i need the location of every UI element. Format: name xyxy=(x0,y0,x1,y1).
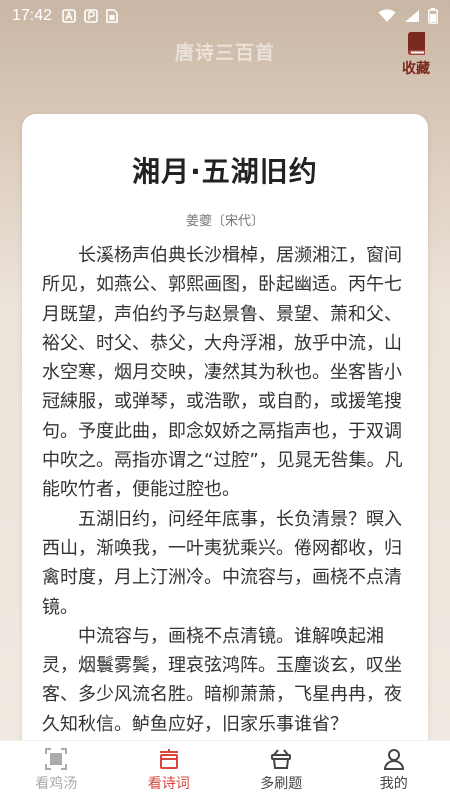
bottom-tab-bar: 看鸡汤 看诗词 多刷题 我的 xyxy=(0,740,450,800)
wifi-icon xyxy=(378,9,396,22)
signal-icon xyxy=(405,10,419,22)
tab-chicken-soup[interactable]: 看鸡汤 xyxy=(0,741,113,800)
cake-icon xyxy=(159,749,178,769)
notification-a-icon xyxy=(62,9,76,23)
poem-paragraph: 长溪杨声伯典长沙楫棹，居濒湘江，窗间所见，如燕公、郭熙画图，卧起幽适。丙午七月既… xyxy=(42,245,403,501)
status-bar: 17:42 xyxy=(0,0,450,32)
poem-card: 湘月·五湖旧约 姜夔〔宋代〕 长溪杨声伯典长沙楫棹，居濒湘江，窗间所见，如燕公、… xyxy=(22,114,428,754)
favorite-label: 收藏 xyxy=(402,61,430,77)
notification-p-icon xyxy=(84,9,98,23)
header: 唐诗三百首 收藏 xyxy=(0,32,450,82)
user-icon xyxy=(383,749,404,770)
tab-label: 看鸡汤 xyxy=(35,776,78,792)
book-icon xyxy=(408,32,425,56)
tab-poems[interactable]: 看诗词 xyxy=(113,741,226,800)
poem-title: 湘月·五湖旧约 xyxy=(132,155,318,188)
sim-card-icon xyxy=(106,9,118,23)
basket-icon xyxy=(271,749,292,769)
frame-icon xyxy=(45,748,68,770)
poem-author: 姜夔〔宋代〕 xyxy=(185,214,264,229)
poem-paragraph: 中流容与，画桡不点清镜。谁解唤起湘灵，烟鬟雾鬓，理哀弦鸿阵。玉麈谈玄，叹坐客、多… xyxy=(42,625,402,735)
tab-label: 看诗词 xyxy=(147,776,190,792)
tab-label: 多刷题 xyxy=(260,776,303,792)
status-time: 17:42 xyxy=(12,7,53,24)
poem-paragraph: 五湖旧约，问经年底事，长负清景？暝入西山，渐唤我，一叶夷犹乘兴。倦网都收，归禽时… xyxy=(42,508,402,618)
page-title: 唐诗三百首 xyxy=(174,42,275,64)
tab-label: 我的 xyxy=(379,776,408,792)
battery-icon xyxy=(428,8,438,24)
tab-profile[interactable]: 我的 xyxy=(338,741,450,800)
favorite-button[interactable]: 收藏 xyxy=(396,32,436,82)
tab-quiz[interactable]: 多刷题 xyxy=(225,741,338,800)
poem-body: 长溪杨声伯典长沙楫棹，居濒湘江，窗间所见，如燕公、郭熙画图，卧起幽适。丙午七月既… xyxy=(22,229,428,739)
